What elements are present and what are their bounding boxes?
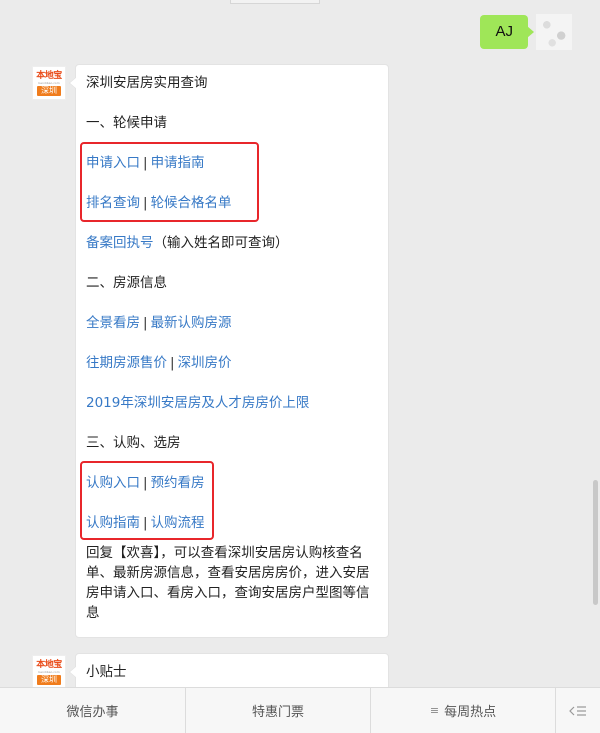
- link-row-purchase: 认购入口 | 预约看房: [86, 473, 378, 493]
- apply-entry-link[interactable]: 申请入口: [86, 155, 140, 171]
- bot-avatar[interactable]: 本地宝 bendibao.com 深圳: [32, 66, 66, 100]
- receipt-hint: （输入姓名即可查询）: [153, 235, 289, 251]
- user-message-bubble: AJ: [480, 15, 534, 49]
- menu-item-label: 每周热点: [444, 705, 497, 720]
- user-message-text: AJ: [495, 23, 513, 40]
- latest-listing-link[interactable]: 最新认购房源: [151, 315, 232, 331]
- link-row-prices: 往期房源售价 | 深圳房价: [86, 353, 378, 373]
- sz-prices-link[interactable]: 深圳房价: [178, 355, 232, 371]
- purchase-flow-link[interactable]: 认购流程: [151, 515, 205, 531]
- price-cap-link[interactable]: 2019年深圳安居房及人才房房价上限: [86, 395, 309, 411]
- rank-query-link[interactable]: 排名查询: [86, 195, 140, 211]
- link-row-apply: 申请入口 | 申请指南: [86, 153, 378, 173]
- message-title: 小贴士: [86, 664, 127, 680]
- link-row-guide: 认购指南 | 认购流程: [86, 513, 378, 533]
- receipt-number-link[interactable]: 备案回执号: [86, 235, 154, 251]
- book-viewing-link[interactable]: 预约看房: [151, 475, 205, 491]
- purchase-entry-link[interactable]: 认购入口: [86, 475, 140, 491]
- link-row-price-cap: 2019年深圳安居房及人才房房价上限: [86, 393, 378, 413]
- message-title: 深圳安居房实用查询: [86, 75, 208, 91]
- bot-avatar-city: 深圳: [37, 85, 61, 96]
- bot-message-bubble: 深圳安居房实用查询 一、轮候申请 申请入口 | 申请指南 排名查询 | 轮候合格名单 备…: [69, 64, 389, 638]
- bot-avatar-site: bendibao.com: [38, 80, 60, 85]
- menu-item-discount-tickets[interactable]: 特惠门票: [186, 687, 371, 733]
- bottom-menu-bar: 微信办事 特惠门票 ≡ 每周热点: [0, 687, 600, 733]
- purchase-guide-link[interactable]: 认购指南: [86, 515, 140, 531]
- separator: |: [143, 475, 148, 491]
- past-prices-link[interactable]: 往期房源售价: [86, 355, 167, 371]
- qualified-list-link[interactable]: 轮候合格名单: [151, 195, 232, 211]
- link-row-rank: 排名查询 | 轮候合格名单: [86, 193, 378, 213]
- section-title-apply: 一、轮候申请: [86, 115, 167, 131]
- menu-item-label: 微信办事: [66, 705, 119, 720]
- menu-item-wechat-service[interactable]: 微信办事: [0, 687, 186, 733]
- section-title-purchase: 三、认购、选房: [86, 435, 181, 451]
- separator: |: [143, 515, 148, 531]
- top-tab: [230, 0, 320, 4]
- panorama-link[interactable]: 全景看房: [86, 315, 140, 331]
- user-avatar[interactable]: [536, 14, 572, 50]
- separator: |: [143, 155, 148, 171]
- keyboard-toggle-icon: [569, 705, 586, 716]
- list-icon: ≡: [429, 704, 440, 717]
- bot-avatar-site: bendibao.com: [38, 669, 60, 674]
- separator: |: [170, 355, 175, 371]
- bot-avatar-brand: 本地宝: [36, 70, 62, 81]
- apply-guide-link[interactable]: 申请指南: [151, 155, 205, 171]
- link-row-panorama: 全景看房 | 最新认购房源: [86, 313, 378, 333]
- keyboard-toggle-button[interactable]: [556, 688, 600, 733]
- separator: |: [143, 315, 148, 331]
- link-row-receipt: 备案回执号（输入姓名即可查询）: [86, 233, 378, 253]
- bot-avatar-brand: 本地宝: [36, 659, 62, 670]
- separator: |: [143, 195, 148, 211]
- reply-instructions: 回复【欢喜】，可以查看深圳安居房认购核查名单、最新房源信息，查看安居房房价，进入…: [86, 545, 370, 621]
- section-title-listing: 二、房源信息: [86, 275, 167, 291]
- menu-item-weekly-hot[interactable]: ≡ 每周热点: [371, 687, 556, 733]
- scrollbar[interactable]: [593, 480, 598, 605]
- bot-avatar[interactable]: 本地宝 bendibao.com 深圳: [32, 655, 66, 689]
- bot-avatar-city: 深圳: [37, 674, 61, 685]
- menu-item-label: 特惠门票: [251, 705, 304, 720]
